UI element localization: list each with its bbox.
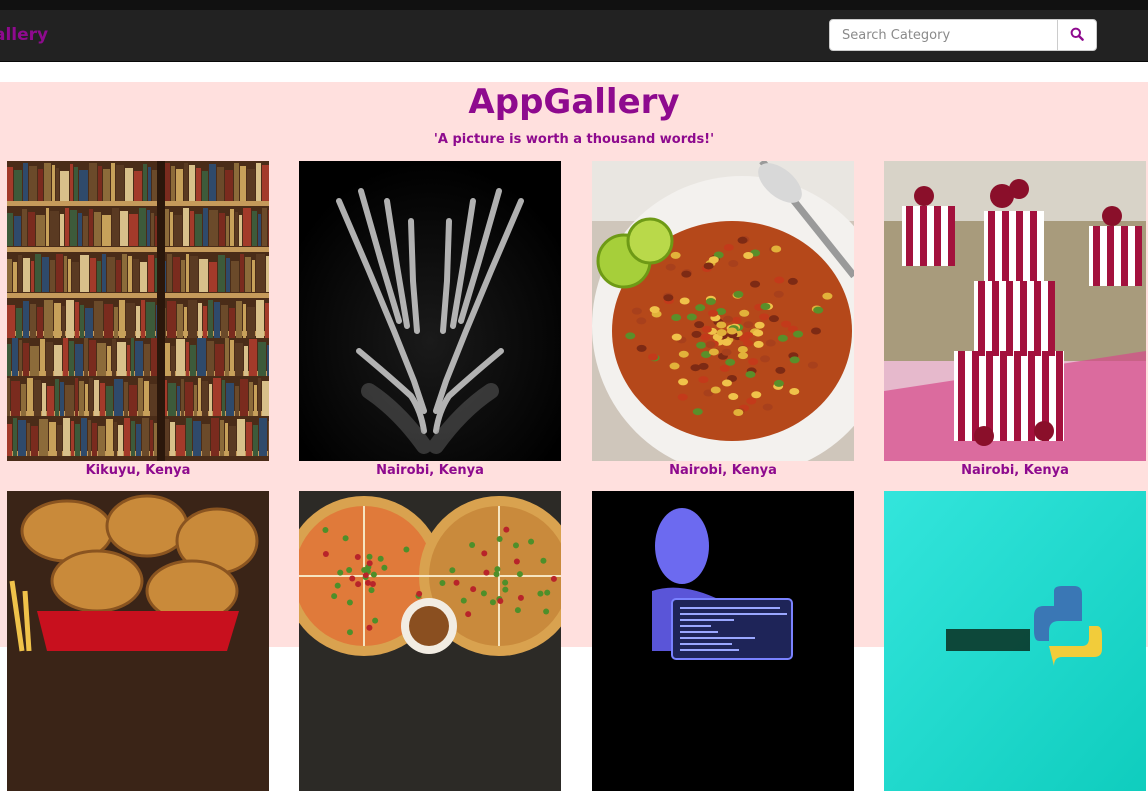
search-input[interactable] — [829, 19, 1058, 51]
top-strip — [0, 0, 1148, 10]
main-content: AppGallery 'A picture is worth a thousan… — [0, 82, 1148, 791]
photo-location: Nairobi, Kenya — [961, 463, 1069, 478]
gallery-card[interactable]: Nairobi, Kenya — [884, 161, 1146, 479]
page-subtitle: 'A picture is worth a thousand words!' — [433, 132, 715, 147]
gallery-card[interactable] — [592, 491, 854, 793]
gallery-card[interactable] — [7, 491, 269, 793]
pizzas-photo[interactable] — [299, 491, 561, 791]
wedding-cake-photo[interactable] — [884, 161, 1146, 461]
bean-stew-plate-photo[interactable] — [592, 161, 854, 461]
search-icon — [1070, 27, 1084, 44]
navbar-brand[interactable]: allery — [0, 25, 48, 45]
navbar: allery — [0, 10, 1148, 62]
search-button[interactable] — [1057, 19, 1097, 51]
gallery-card[interactable]: Nairobi, Kenya — [592, 161, 854, 479]
xray-hands-heart-photo[interactable] — [299, 161, 561, 461]
photo-location: Nairobi, Kenya — [376, 463, 484, 478]
bookshelf-photo[interactable] — [7, 161, 269, 461]
hacker-laptop-photo[interactable] — [592, 491, 854, 791]
gallery-card[interactable] — [299, 491, 561, 793]
fried-chicken-bucket-photo[interactable] — [7, 491, 269, 791]
page-title: AppGallery — [468, 82, 680, 122]
django-python-logo-photo[interactable] — [884, 491, 1146, 791]
photo-location: Nairobi, Kenya — [669, 463, 777, 478]
gallery-card[interactable]: Nairobi, Kenya — [299, 161, 561, 479]
gallery-card[interactable] — [884, 491, 1146, 793]
gallery-card[interactable]: Kikuyu, Kenya — [7, 161, 269, 479]
photo-location: Kikuyu, Kenya — [85, 463, 191, 478]
